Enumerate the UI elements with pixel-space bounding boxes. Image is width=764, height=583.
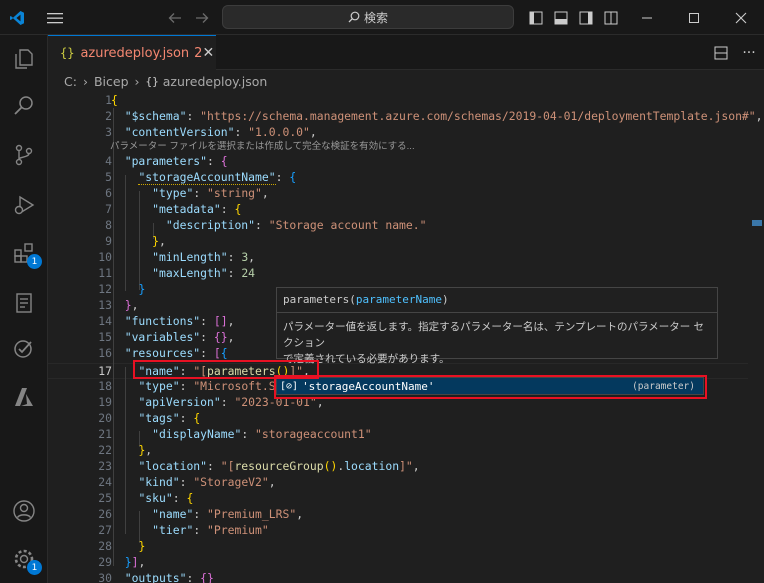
code-line: 24 "kind": "StorageV2", <box>98 475 276 489</box>
code-line: 23 "location": "[resourceGroup().locatio… <box>98 459 420 473</box>
code-line: 1{ <box>105 93 118 107</box>
editor-tab-bar: {} azuredeploy.json 2 ✕ ··· <box>48 35 764 70</box>
code-line: 9 }, <box>105 234 166 248</box>
toggle-panel-icon[interactable] <box>552 0 570 35</box>
accounts-icon[interactable] <box>0 487 48 535</box>
extensions-icon[interactable]: 1 <box>0 229 48 277</box>
code-line: 5 "storageAccountName": { <box>105 170 297 185</box>
code-line: 10 "minLength": 3, <box>98 250 256 264</box>
source-control-icon[interactable] <box>0 131 48 179</box>
settings-gear-icon[interactable]: 1 <box>0 535 48 583</box>
code-line: 6 "type": "string", <box>105 186 269 200</box>
vscode-logo-icon <box>6 0 28 35</box>
code-line: 11 "maxLength": 24 <box>98 266 256 280</box>
code-line: 22 }, <box>98 443 153 457</box>
code-line: 28 } <box>98 539 146 553</box>
tab-problem-count: 2 <box>194 45 203 61</box>
search-icon[interactable] <box>0 81 48 129</box>
command-center-search[interactable]: 検索 <box>222 5 514 29</box>
customize-layout-icon[interactable] <box>602 0 620 35</box>
highlight-box-suggestion <box>274 375 707 399</box>
search-icon <box>348 11 360 23</box>
scrollbar-marker <box>752 220 762 226</box>
json-file-icon: {} <box>145 74 159 88</box>
code-line: 30 "outputs": {} <box>98 571 214 583</box>
run-debug-icon[interactable] <box>0 181 48 229</box>
maximize-icon[interactable] <box>681 0 707 35</box>
hint-parameter-name: parameterName <box>355 293 442 306</box>
close-window-icon[interactable] <box>728 0 754 35</box>
breadcrumb-separator-icon: › <box>82 73 88 89</box>
extensions-badge: 1 <box>27 254 42 269</box>
breadcrumb: C: › Bicep › {} azuredeploy.json <box>48 70 764 92</box>
code-line: 7 "metadata": { <box>105 202 242 216</box>
code-line: 27 "tier": "Premium" <box>98 523 269 537</box>
hint-function-name: parameters <box>283 293 350 306</box>
remote-explorer-icon[interactable] <box>0 279 48 327</box>
tab-azuredeploy[interactable]: {} azuredeploy.json 2 ✕ <box>48 35 216 70</box>
minimize-icon[interactable] <box>634 0 660 35</box>
code-line: 8 "description": "Storage account name." <box>105 218 427 232</box>
toggle-secondary-sidebar-icon[interactable] <box>577 0 595 35</box>
back-arrow-icon[interactable] <box>166 0 184 35</box>
more-actions-icon[interactable]: ··· <box>734 45 764 61</box>
breadcrumb-folder[interactable]: Bicep <box>94 74 129 89</box>
hint-description-line2: で定義されている必要があります。 <box>283 353 450 365</box>
code-line: 20 "tags": { <box>98 411 201 425</box>
code-line: 29 }], <box>98 555 146 569</box>
codelens-parameter-file-hint[interactable]: パラメーター ファイルを選択または作成して完全な検証を有効にする... <box>110 140 415 153</box>
title-bar: 検索 <box>0 0 764 35</box>
code-line: 21 "displayName": "storageaccount1" <box>98 427 372 441</box>
warning-squiggle: "storageAccountName" <box>138 170 276 185</box>
search-label: 検索 <box>363 10 388 25</box>
vertical-scrollbar[interactable] <box>750 92 764 583</box>
testing-icon[interactable] <box>0 325 48 373</box>
json-file-icon: {} <box>60 46 75 60</box>
forward-arrow-icon[interactable] <box>193 0 211 35</box>
menu-icon[interactable] <box>44 0 66 35</box>
code-line: 25 "sku": { <box>98 491 194 505</box>
breadcrumb-separator-icon: › <box>134 73 140 89</box>
parameter-hint-popup: parameters(parameterName) パラメーター値を返します。指… <box>276 287 718 365</box>
tab-close-icon[interactable]: ✕ <box>202 45 214 61</box>
code-line: 26 "name": "Premium_LRS", <box>98 507 304 521</box>
code-line: 2 "$schema": "https://schema.management.… <box>105 109 763 123</box>
breadcrumb-drive[interactable]: C: <box>64 74 77 89</box>
settings-badge: 1 <box>27 560 42 575</box>
tab-filename: azuredeploy.json <box>80 45 190 61</box>
code-line: 4 "parameters": { <box>105 154 228 168</box>
toggle-primary-sidebar-icon[interactable] <box>527 0 545 35</box>
activity-bar: 1 1 <box>0 35 48 583</box>
breadcrumb-file[interactable]: azuredeploy.json <box>163 74 268 89</box>
explorer-icon[interactable] <box>0 35 48 83</box>
azure-icon[interactable] <box>0 373 48 421</box>
split-editor-icon[interactable] <box>708 46 734 60</box>
hint-description-line1: パラメーター値を返します。指定するパラメーター名は、テンプレートのパラメーター … <box>283 321 705 349</box>
code-line: 3 "contentVersion": "1.0.0.0", <box>105 125 317 139</box>
